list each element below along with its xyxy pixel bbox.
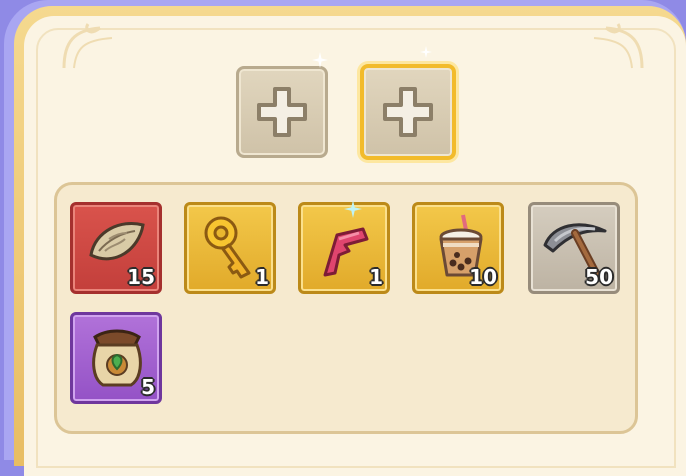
inventory-item-gold-key[interactable]: 1 <box>184 202 276 294</box>
plus-icon <box>383 87 433 137</box>
item-count: 15 <box>127 265 155 289</box>
corner-ornament-right-icon <box>593 23 644 69</box>
corner-ornament-left-icon <box>62 23 113 69</box>
sparkle-icon <box>344 200 362 218</box>
inventory-item-leaf-emblem[interactable]: 15 <box>70 202 162 294</box>
item-count: 1 <box>369 265 383 289</box>
item-count: 5 <box>141 375 155 399</box>
inventory-item-pickaxe[interactable]: 50 <box>528 202 620 294</box>
sparkle-icon <box>420 46 432 58</box>
inventory-item-seed-bag[interactable]: 5 <box>70 312 162 404</box>
equip-slot-2[interactable] <box>360 64 456 160</box>
item-count: 10 <box>469 265 497 289</box>
item-count: 1 <box>255 265 269 289</box>
sparkle-icon <box>312 52 328 68</box>
plus-icon <box>257 87 307 137</box>
item-count: 50 <box>585 265 613 289</box>
equip-slot-1[interactable] <box>236 66 328 158</box>
inventory-item-bubble-tea[interactable]: 10 <box>412 202 504 294</box>
